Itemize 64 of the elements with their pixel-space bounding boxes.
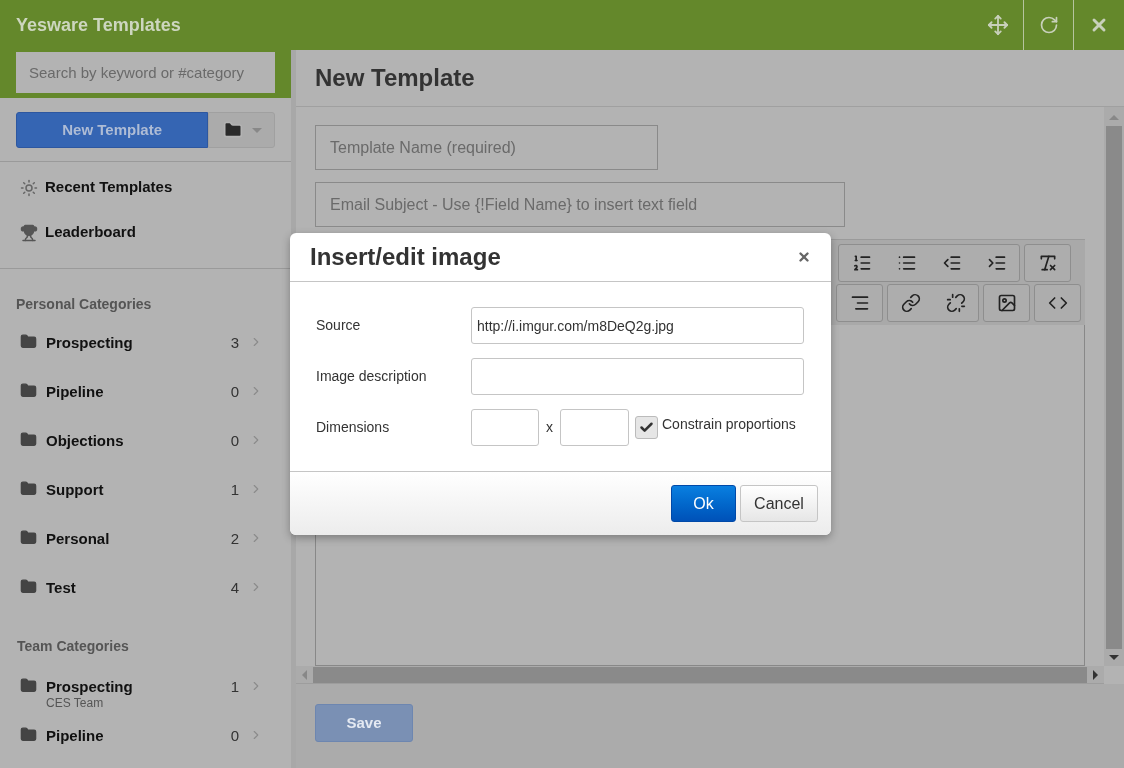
category-item[interactable]: Test 4 <box>0 571 291 620</box>
folder-icon <box>20 529 37 546</box>
category-name: Pipeline <box>46 383 105 400</box>
checkmark-icon <box>639 420 654 435</box>
category-name: Pipeline <box>46 727 105 744</box>
category-item[interactable]: Personal 2 <box>0 522 291 571</box>
category-item[interactable]: Prospecting CES Team 1 <box>0 670 291 719</box>
folder-icon <box>20 480 37 497</box>
trophy-icon <box>20 223 38 242</box>
field-label: Image description <box>316 367 428 386</box>
category-count: 0 <box>230 432 239 449</box>
move-icon[interactable] <box>987 14 1009 36</box>
dialog-title: Insert/edit image <box>310 242 502 272</box>
category-item[interactable]: Pipeline 0 <box>0 719 291 768</box>
folder-icon <box>20 578 37 595</box>
template-name-field[interactable]: Template Name (required) <box>315 125 658 170</box>
category-name: Objections <box>46 432 125 449</box>
page-title: New Template <box>315 63 475 93</box>
field-label: Source <box>316 316 362 335</box>
nav-item[interactable]: Recent Templates <box>0 172 291 217</box>
category-count: 1 <box>230 678 239 695</box>
width-field[interactable] <box>471 409 539 446</box>
subject-field[interactable]: Email Subject - Use {!Field Name} to insert text field <box>315 182 845 227</box>
field-label: Dimensions <box>316 418 391 437</box>
folder-icon <box>20 677 37 694</box>
category-count: 0 <box>230 383 239 400</box>
vertical-scrollbar[interactable] <box>1104 107 1124 666</box>
category-count: 4 <box>230 579 239 596</box>
category-item[interactable]: Prospecting 3 <box>0 326 291 375</box>
category-name: Prospecting <box>46 678 134 695</box>
new-folder-button[interactable] <box>208 112 275 148</box>
sun-icon <box>20 178 38 197</box>
category-item[interactable]: Support 1 <box>0 473 291 522</box>
refresh-icon[interactable] <box>1038 15 1059 35</box>
category-item[interactable]: Pipeline 0 <box>0 375 291 424</box>
app-title: Yesware Templates <box>16 13 182 37</box>
folder-icon <box>20 726 37 743</box>
category-name: Prospecting <box>46 334 134 351</box>
cancel-button[interactable]: Cancel <box>740 485 818 522</box>
ok-button[interactable]: Ok <box>671 485 736 522</box>
horizontal-scrollbar[interactable] <box>296 666 1104 684</box>
category-name: Support <box>46 481 105 498</box>
nav-item[interactable]: Leaderboard <box>0 217 291 262</box>
close-icon[interactable] <box>797 250 811 264</box>
category-item[interactable]: Objections 0 <box>0 424 291 473</box>
constrain-checkbox[interactable] <box>635 416 658 439</box>
constrain-label: Constrain proportions <box>662 415 796 434</box>
category-count: 2 <box>230 530 239 547</box>
category-count: 1 <box>230 481 239 498</box>
source-field[interactable]: http://i.imgur.com/m8DeQ2g.jpg <box>471 307 804 344</box>
height-field[interactable] <box>560 409 629 446</box>
category-count: 3 <box>230 334 239 351</box>
section-heading: Personal Categories <box>15 295 153 314</box>
description-field[interactable] <box>471 358 804 395</box>
folder-icon <box>20 382 37 399</box>
folder-icon <box>20 431 37 448</box>
dimension-separator: x <box>546 418 553 437</box>
category-name: Personal <box>46 530 111 547</box>
category-count: 0 <box>230 727 239 744</box>
folder-icon <box>20 333 37 350</box>
search-field[interactable]: Search by keyword or #category <box>16 52 275 93</box>
team-name: CES Team <box>46 695 105 711</box>
category-name: Test <box>46 579 77 596</box>
section-heading: Team Categories <box>16 637 130 656</box>
